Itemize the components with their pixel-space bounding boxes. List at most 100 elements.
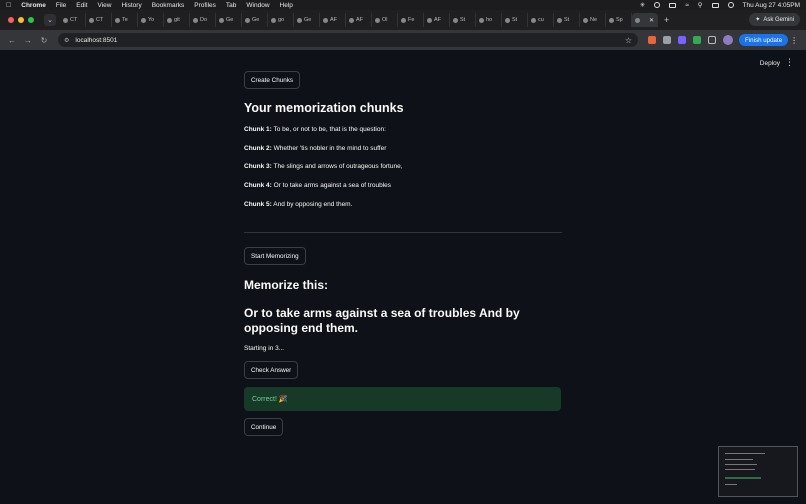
success-message: Correct! 🎉 — [252, 396, 288, 403]
extension-icon[interactable] — [663, 36, 671, 44]
browser-tab[interactable]: St — [450, 13, 476, 27]
chunks-heading: Your memorization chunks — [244, 101, 404, 115]
menubar-datetime[interactable]: Thu Aug 27 4:05PM — [743, 2, 800, 9]
tab-favicon-icon — [427, 17, 432, 23]
check-answer-button[interactable]: Check Answer — [244, 361, 299, 379]
browser-toolbar: ← → ↻ ⚙ localhost:8501 ☆ Finish update ⋮ — [0, 30, 806, 50]
browser-tab[interactable]: CT — [60, 13, 86, 27]
app-main-menu-icon[interactable]: ⋮ — [785, 57, 794, 68]
browser-tab[interactable]: Sp — [606, 13, 632, 27]
browser-tab[interactable]: AF — [346, 13, 372, 27]
tab-favicon-icon — [63, 17, 68, 23]
close-tab-icon[interactable]: ✕ — [649, 17, 654, 24]
docs-icon — [453, 17, 458, 23]
menu-tab[interactable]: Tab — [226, 2, 236, 9]
browser-tab[interactable]: ho — [476, 13, 502, 27]
memorize-text: Or to take arms against a sea of trouble… — [244, 306, 520, 335]
window-controls — [8, 17, 34, 23]
browser-tab[interactable]: git — [164, 13, 190, 27]
apple-icon[interactable]:  — [6, 2, 11, 9]
forward-arrow-icon[interactable]: → — [22, 36, 34, 45]
menu-bookmarks[interactable]: Bookmarks — [152, 2, 185, 9]
thumbnail-line — [725, 453, 765, 454]
tab-favicon-icon — [349, 17, 354, 23]
gemini-sparkle-icon: ✦ — [755, 17, 761, 23]
menu-window[interactable]: Window — [246, 2, 269, 9]
success-alert: Correct! 🎉 — [244, 387, 561, 411]
wifi-icon[interactable]: ≈ — [685, 2, 689, 9]
tab-search-chevron-icon[interactable]: ⌄ — [44, 14, 56, 26]
google-icon — [531, 17, 536, 23]
create-chunks-button[interactable]: Create Chunks — [244, 71, 300, 89]
countdown-text: Starting in 3... — [244, 345, 285, 352]
browser-tab[interactable]: Ne — [580, 13, 606, 27]
deploy-button[interactable]: Deploy — [760, 60, 780, 67]
browser-tab[interactable]: Ge — [242, 13, 268, 27]
tab-favicon-icon — [115, 17, 120, 23]
thumbnail-line — [725, 477, 761, 479]
maximize-window-button[interactable] — [28, 17, 34, 23]
browser-tab[interactable]: Yo — [138, 13, 164, 27]
chrome-menu-icon[interactable]: ⋮ — [790, 36, 798, 45]
site-info-icon[interactable]: ⚙ — [64, 37, 69, 44]
browser-tab[interactable]: Fe — [398, 13, 424, 27]
extension-icon[interactable] — [678, 36, 686, 44]
tab-favicon-icon — [297, 17, 302, 23]
browser-tab[interactable]: St — [502, 13, 528, 27]
battery-icon[interactable] — [669, 2, 677, 8]
google-icon — [245, 17, 250, 23]
browser-tab[interactable]: Te — [112, 13, 138, 27]
continue-button[interactable]: Continue — [244, 418, 284, 436]
extensions-puzzle-icon[interactable] — [708, 36, 716, 44]
siri-icon[interactable] — [727, 2, 734, 8]
finish-update-button[interactable]: Finish update — [739, 34, 789, 46]
section-divider — [244, 232, 562, 233]
chunk-item: Chunk 1: To be, or not to be, that is th… — [244, 126, 386, 133]
new-tab-plus-icon[interactable]: + — [664, 15, 669, 25]
browser-tab[interactable]: St — [554, 13, 580, 27]
menu-help[interactable]: Help — [280, 2, 293, 9]
tab-favicon-icon — [505, 17, 510, 23]
browser-tab[interactable]: Ge — [216, 13, 242, 27]
screenshot-thumbnail[interactable] — [718, 446, 798, 497]
tab-list: CT CT Te Yo git Do Ge Ge go Ge AF AF Ol … — [60, 13, 658, 27]
menu-view[interactable]: View — [98, 2, 112, 9]
browser-tab[interactable]: cu — [528, 13, 554, 27]
browser-tab[interactable]: AF — [424, 13, 450, 27]
browser-tab[interactable]: CT — [86, 13, 112, 27]
thumbnail-line — [725, 464, 757, 465]
streamlit-app: Deploy ⋮ Create Chunks Your memorization… — [0, 50, 806, 504]
reload-icon[interactable]: ↻ — [38, 36, 50, 45]
back-arrow-icon[interactable]: ← — [6, 36, 18, 45]
ask-gemini-button[interactable]: ✦ Ask Gemini — [749, 13, 800, 26]
browser-tab[interactable]: Do — [190, 13, 216, 27]
address-bar[interactable]: ⚙ localhost:8501 ☆ — [58, 33, 638, 47]
close-window-button[interactable] — [8, 17, 14, 23]
browser-tab[interactable]: Ge — [294, 13, 320, 27]
bluetooth-icon[interactable]: ✳ — [640, 1, 645, 9]
control-center-icon[interactable] — [711, 2, 719, 8]
focus-icon[interactable] — [654, 2, 661, 8]
menu-file[interactable]: File — [56, 2, 66, 9]
profile-avatar[interactable] — [723, 35, 733, 45]
browser-tab[interactable]: AF — [320, 13, 346, 27]
browser-tab[interactable]: Ol — [372, 13, 398, 27]
tab-favicon-icon — [557, 17, 562, 23]
browser-tab-active[interactable]: ✕ — [632, 13, 658, 27]
browser-tab[interactable]: go — [268, 13, 294, 27]
tab-favicon-icon — [89, 17, 94, 23]
start-memorizing-button[interactable]: Start Memorizing — [244, 247, 306, 265]
extension-icon[interactable] — [693, 36, 701, 44]
menu-chrome[interactable]: Chrome — [21, 2, 46, 9]
menu-edit[interactable]: Edit — [76, 2, 87, 9]
spotlight-search-icon[interactable]: ⚲ — [698, 1, 703, 9]
streamlit-icon — [635, 17, 640, 23]
thumbnail-line — [725, 484, 737, 485]
bookmark-star-icon[interactable]: ☆ — [625, 36, 632, 45]
minimize-window-button[interactable] — [18, 17, 24, 23]
menu-history[interactable]: History — [121, 2, 141, 9]
menu-profiles[interactable]: Profiles — [194, 2, 216, 9]
chunk-item: Chunk 3: The slings and arrows of outrag… — [244, 163, 403, 170]
thumbnail-line — [725, 459, 753, 460]
extension-icon[interactable] — [648, 36, 656, 44]
